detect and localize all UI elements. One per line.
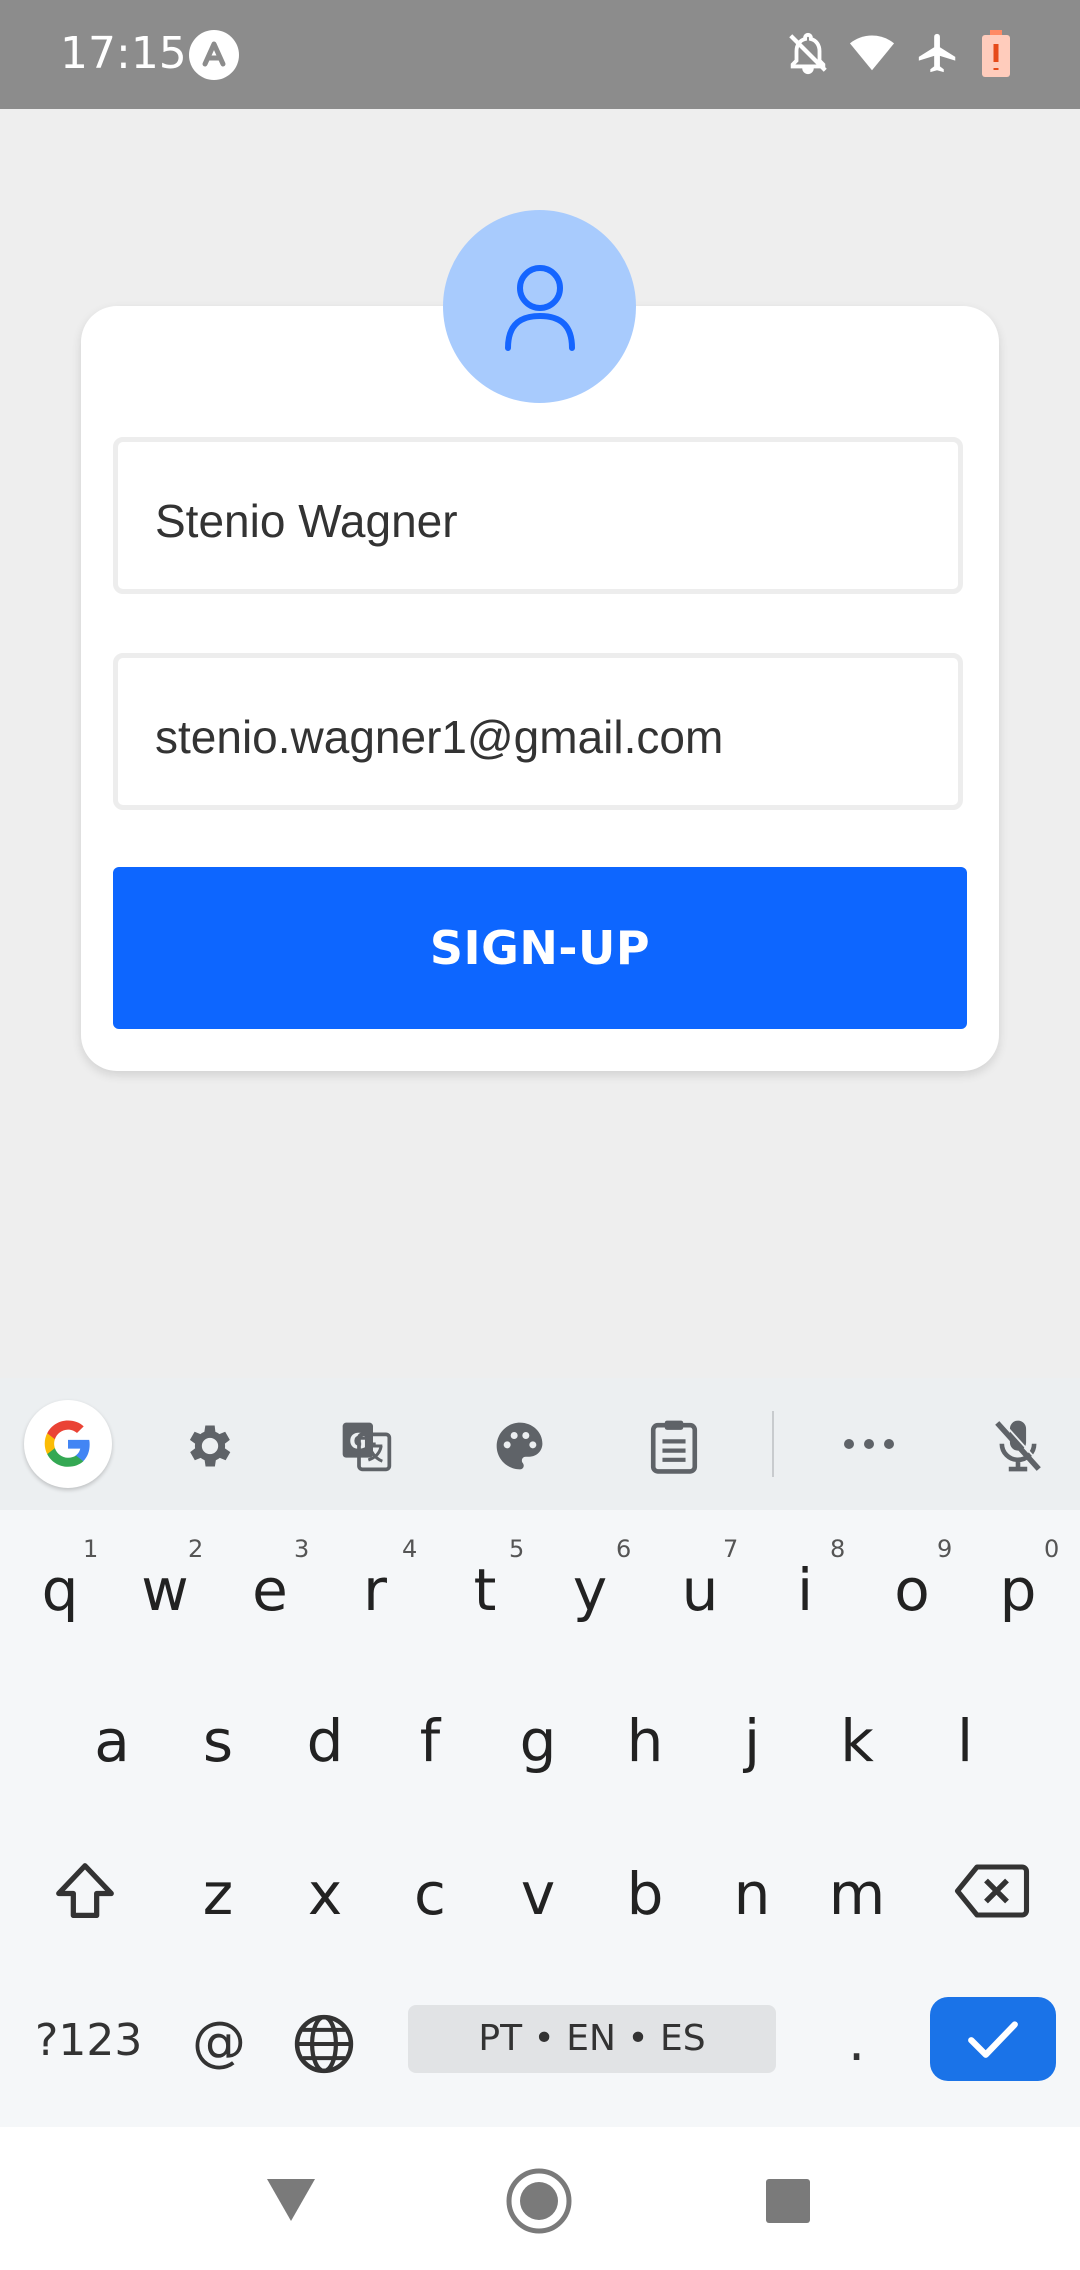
key-j[interactable]: j <box>707 1707 797 1775</box>
space-key[interactable]: PT • EN • ES <box>408 2005 776 2073</box>
key-c[interactable]: c <box>385 1860 475 1928</box>
key-hint: 6 <box>616 1535 632 1563</box>
status-bar: 17:15 <box>0 0 1080 109</box>
back-icon[interactable] <box>265 2175 317 2228</box>
wifi-icon <box>848 30 896 81</box>
email-field[interactable]: stenio.wagner1@gmail.com <box>113 653 963 810</box>
key-g[interactable]: g <box>493 1707 583 1775</box>
translate-icon[interactable]: G <box>337 1418 395 1479</box>
key-b[interactable]: b <box>600 1860 690 1928</box>
google-g-icon[interactable] <box>24 1400 112 1488</box>
settings-gear-icon[interactable] <box>182 1418 238 1479</box>
globe-icon[interactable] <box>290 2010 358 2083</box>
key-hint: 0 <box>1044 1535 1060 1563</box>
key-d[interactable]: d <box>280 1707 370 1775</box>
airplane-mode-icon <box>915 30 961 81</box>
name-field-value: Stenio Wagner <box>155 495 458 547</box>
key-o[interactable]: o <box>867 1556 957 1624</box>
battery-low-icon <box>980 30 1012 83</box>
palette-icon[interactable] <box>492 1418 548 1479</box>
key-a[interactable]: a <box>67 1707 157 1775</box>
key-l[interactable]: l <box>920 1707 1010 1775</box>
key-hint: 8 <box>830 1535 846 1563</box>
key-hint: 9 <box>937 1535 953 1563</box>
key-z[interactable]: z <box>173 1860 263 1928</box>
key-v[interactable]: v <box>493 1860 583 1928</box>
key-q[interactable]: q <box>15 1556 105 1624</box>
avatar <box>443 210 636 403</box>
key-t[interactable]: t <box>440 1556 530 1624</box>
name-field[interactable]: Stenio Wagner <box>113 437 963 594</box>
key-u[interactable]: u <box>655 1556 745 1624</box>
key-r[interactable]: r <box>330 1556 420 1624</box>
key-p[interactable]: p <box>973 1556 1063 1624</box>
keyboard-toolbar: G <box>0 1378 1080 1510</box>
person-icon <box>505 265 575 351</box>
backspace-icon[interactable] <box>953 1860 1031 1927</box>
notifications-off-icon <box>785 30 831 81</box>
key-s[interactable]: s <box>173 1707 263 1775</box>
key-hint: 5 <box>509 1535 525 1563</box>
home-icon[interactable] <box>505 2167 573 2240</box>
key-h[interactable]: h <box>600 1707 690 1775</box>
key-hint: 4 <box>402 1535 418 1563</box>
key-i[interactable]: i <box>760 1556 850 1624</box>
period-key[interactable]: . <box>848 2010 865 2073</box>
email-field-value: stenio.wagner1@gmail.com <box>155 711 724 763</box>
key-hint: 2 <box>188 1535 204 1563</box>
key-x[interactable]: x <box>280 1860 370 1928</box>
navigation-bar <box>0 2127 1080 2270</box>
shift-icon[interactable] <box>50 1857 120 1932</box>
key-k[interactable]: k <box>812 1707 902 1775</box>
key-n[interactable]: n <box>707 1860 797 1928</box>
key-w[interactable]: w <box>120 1556 210 1624</box>
key-m[interactable]: m <box>812 1860 902 1928</box>
key-f[interactable]: f <box>385 1707 475 1775</box>
key-hint: 1 <box>83 1535 99 1563</box>
mic-off-icon[interactable] <box>990 1416 1046 1481</box>
symbols-key[interactable]: ?123 <box>35 2015 142 2066</box>
check-icon <box>968 2021 1018 2058</box>
key-hint: 3 <box>294 1535 310 1563</box>
signup-button[interactable]: SIGN-UP <box>113 867 967 1029</box>
toolbar-divider <box>772 1411 774 1477</box>
app-notification-icon <box>189 30 239 80</box>
status-time: 17:15 <box>60 28 187 79</box>
recents-icon[interactable] <box>764 2177 812 2230</box>
key-hint: 7 <box>723 1535 739 1563</box>
clipboard-icon[interactable] <box>646 1416 702 1481</box>
key-e[interactable]: e <box>225 1556 315 1624</box>
more-icon[interactable] <box>842 1436 896 1457</box>
enter-key[interactable] <box>930 1997 1056 2081</box>
key-y[interactable]: y <box>545 1556 635 1624</box>
at-key[interactable]: @ <box>192 2010 246 2073</box>
